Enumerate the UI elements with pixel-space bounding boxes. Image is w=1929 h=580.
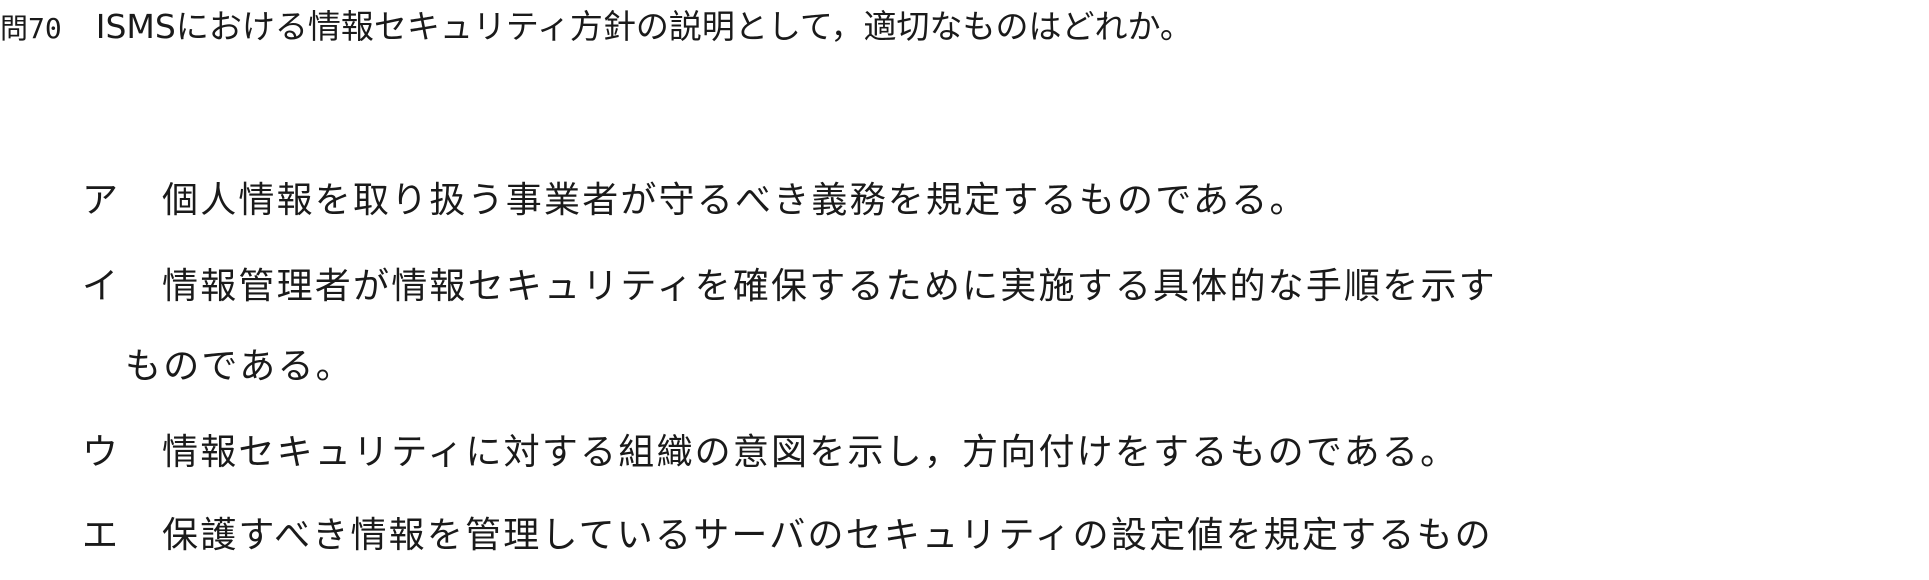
option-a: ア個人情報を取り扱う事業者が守るべき義務を規定するものである。 xyxy=(82,176,1308,226)
option-i: イ情報管理者が情報セキュリティを確保するために実施する具体的な手順を示す xyxy=(82,262,1497,312)
option-u-text: 情報セキュリティに対する組織の意図を示し，方向付けをするものである。 xyxy=(162,432,1459,473)
question-text: ISMSにおける情報セキュリティ方針の説明として，適切なものはどれか。 xyxy=(95,7,1193,46)
option-e-text: 保護すべき情報を管理しているサーバのセキュリティの設定値を規定するもの xyxy=(162,515,1493,556)
option-u: ウ情報セキュリティに対する組織の意図を示し，方向付けをするものである。 xyxy=(82,428,1458,478)
question-heading: 問70 ISMSにおける情報セキュリティ方針の説明として，適切なものはどれか。 xyxy=(0,2,1193,54)
option-i-continuation: ものである。 xyxy=(125,346,354,387)
option-u-label: ウ xyxy=(82,432,121,473)
exam-page: 問70 ISMSにおける情報セキュリティ方針の説明として，適切なものはどれか。 ア… xyxy=(0,0,1929,580)
option-e-label: エ xyxy=(82,515,121,556)
question-number: 問70 xyxy=(0,12,62,45)
option-i-label: イ xyxy=(82,266,121,307)
option-a-text: 個人情報を取り扱う事業者が守るべき義務を規定するものである。 xyxy=(162,180,1308,221)
option-e: エ保護すべき情報を管理しているサーバのセキュリティの設定値を規定するもの xyxy=(82,511,1493,561)
option-a-label: ア xyxy=(82,180,121,221)
option-i-text: 情報管理者が情報セキュリティを確保するために実施する具体的な手順を示す xyxy=(162,266,1497,307)
